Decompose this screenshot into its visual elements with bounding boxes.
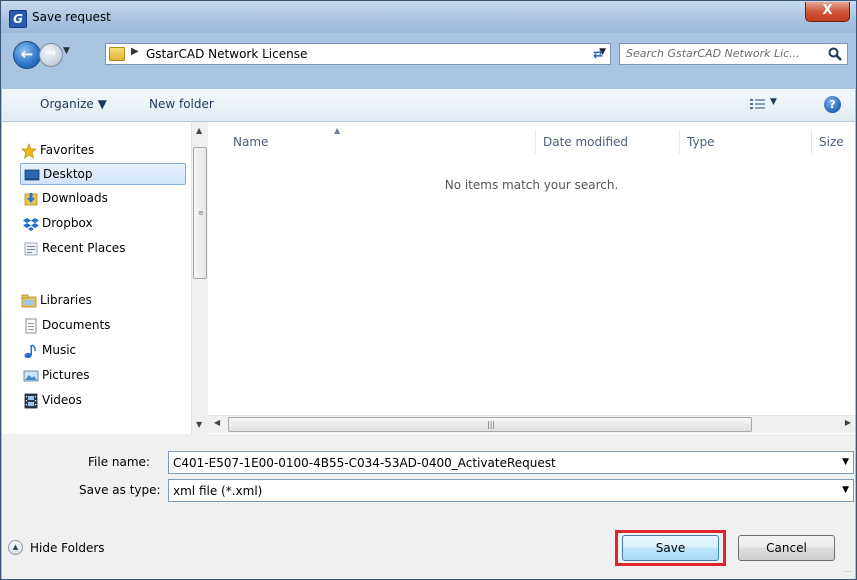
file-name-chevron-down-icon[interactable]: ▼ bbox=[842, 457, 849, 467]
music-icon bbox=[24, 344, 36, 359]
folder-icon bbox=[109, 47, 125, 61]
sidebar-item-label: Music bbox=[42, 343, 77, 357]
search-placeholder: Search GstarCAD Network Lic... bbox=[626, 47, 800, 60]
browser-area: Favorites Desktop Downloads Dropbox Rece… bbox=[2, 122, 855, 434]
scroll-left-arrow-icon[interactable]: ◀ bbox=[214, 418, 220, 427]
breadcrumb-current-folder[interactable]: GstarCAD Network License bbox=[146, 47, 307, 61]
column-divider[interactable] bbox=[679, 130, 680, 154]
resize-grip-icon[interactable]: ⋯ bbox=[844, 567, 852, 576]
favorites-label: Favorites bbox=[40, 143, 95, 157]
column-divider[interactable] bbox=[535, 130, 536, 154]
help-icon[interactable]: ? bbox=[824, 96, 841, 113]
scroll-up-arrow-icon[interactable]: ▲ bbox=[196, 126, 202, 135]
file-name-field[interactable]: C401-E507-1E00-0100-4B55-C034-53AD-0400_… bbox=[168, 451, 854, 474]
recent-places-icon bbox=[24, 242, 38, 256]
dropbox-icon bbox=[23, 218, 39, 231]
sidebar-item-documents[interactable]: Documents bbox=[20, 315, 186, 337]
save-as-type-select[interactable]: xml file (*.xml) ▼ bbox=[168, 479, 854, 502]
change-view-icon[interactable] bbox=[750, 98, 766, 111]
scroll-right-arrow-icon[interactable]: ▶ bbox=[845, 418, 851, 427]
file-list-horizontal-scrollbar[interactable]: ◀ ||| ▶ bbox=[208, 415, 855, 433]
sidebar-item-label: Downloads bbox=[42, 191, 108, 205]
address-bar[interactable]: ▶ GstarCAD Network License ▼ bbox=[105, 43, 611, 65]
file-list[interactable]: ▲ Name Date modified Type Size No items … bbox=[208, 122, 855, 434]
new-folder-button[interactable]: New folder bbox=[149, 97, 214, 111]
save-as-type-chevron-down-icon[interactable]: ▼ bbox=[842, 485, 849, 495]
column-header-size[interactable]: Size bbox=[819, 135, 844, 149]
view-options-chevron-down-icon[interactable]: ▼ bbox=[770, 97, 777, 107]
sidebar-item-label: Dropbox bbox=[42, 216, 93, 230]
column-divider[interactable] bbox=[811, 130, 812, 154]
column-header-type[interactable]: Type bbox=[687, 135, 715, 149]
downloads-icon bbox=[24, 193, 38, 206]
desktop-icon bbox=[24, 169, 40, 181]
scrollbar-grip-icon: ||| bbox=[487, 420, 496, 429]
collapse-chevron-up-icon: ▲ bbox=[8, 540, 23, 555]
close-button[interactable]: X bbox=[805, 2, 850, 22]
sidebar-item-downloads[interactable]: Downloads bbox=[20, 188, 186, 210]
hide-folders-label: Hide Folders bbox=[30, 541, 105, 555]
sidebar-item-label: Recent Places bbox=[42, 241, 126, 255]
empty-folder-message: No items match your search. bbox=[444, 178, 619, 192]
refresh-icon[interactable]: ⇄ bbox=[586, 44, 610, 64]
save-options-panel: File name: C401-E507-1E00-0100-4B55-C034… bbox=[2, 434, 855, 579]
favorites-star-icon bbox=[21, 143, 37, 159]
forward-arrow-icon[interactable]: → bbox=[39, 43, 63, 67]
sidebar-item-label: Desktop bbox=[43, 167, 93, 181]
sidebar-item-label: Documents bbox=[42, 318, 111, 332]
videos-icon bbox=[24, 393, 38, 409]
sidebar-item-videos[interactable]: Videos bbox=[20, 390, 186, 412]
nav-pane-scrollbar[interactable]: ▲ ≡ ▼ bbox=[191, 122, 208, 434]
save-as-type-value: xml file (*.xml) bbox=[173, 484, 263, 498]
scrollbar-grip-icon: ≡ bbox=[198, 209, 204, 217]
sort-ascending-icon: ▲ bbox=[334, 126, 341, 135]
sidebar-item-pictures[interactable]: Pictures bbox=[20, 365, 186, 387]
documents-icon bbox=[25, 318, 37, 334]
organize-menu-button[interactable]: Organize ▼ bbox=[40, 97, 107, 111]
nav-group-libraries[interactable]: Libraries bbox=[18, 290, 184, 312]
file-name-label: File name: bbox=[88, 455, 150, 469]
gstarcad-app-icon: G bbox=[9, 10, 27, 28]
sidebar-item-recent-places[interactable]: Recent Places bbox=[20, 238, 186, 260]
breadcrumb-arrow-icon[interactable]: ▶ bbox=[131, 46, 139, 57]
sidebar-item-dropbox[interactable]: Dropbox bbox=[20, 213, 186, 235]
cancel-button[interactable]: Cancel bbox=[738, 535, 835, 561]
file-name-value: C401-E507-1E00-0100-4B55-C034-53AD-0400_… bbox=[173, 456, 556, 470]
save-request-dialog: G Save request X ← → ▼ ▶ GstarCAD Networ… bbox=[0, 0, 857, 580]
sidebar-item-label: Pictures bbox=[42, 368, 90, 382]
title-bar[interactable]: G Save request X bbox=[1, 1, 856, 33]
navigation-bar: ← → ▼ ▶ GstarCAD Network License ▼ ⇄ Sea… bbox=[1, 34, 856, 72]
search-input[interactable]: Search GstarCAD Network Lic... bbox=[619, 43, 848, 65]
nav-group-favorites[interactable]: Favorites bbox=[18, 140, 184, 162]
libraries-label: Libraries bbox=[40, 293, 92, 307]
recent-pages-chevron-down-icon[interactable]: ▼ bbox=[63, 46, 73, 60]
command-toolbar: Organize ▼ New folder ▼ ? bbox=[2, 89, 855, 122]
column-header-name[interactable]: Name bbox=[233, 135, 268, 149]
save-as-type-label: Save as type: bbox=[79, 483, 161, 497]
window-title: Save request bbox=[32, 10, 111, 24]
scroll-down-arrow-icon[interactable]: ▼ bbox=[196, 420, 202, 429]
navigation-pane: Favorites Desktop Downloads Dropbox Rece… bbox=[2, 122, 208, 434]
sidebar-item-label: Videos bbox=[42, 393, 82, 407]
scrollbar-thumb[interactable]: ||| bbox=[228, 417, 752, 432]
column-header-date-modified[interactable]: Date modified bbox=[543, 135, 628, 149]
pictures-icon bbox=[23, 370, 39, 382]
search-icon[interactable] bbox=[827, 46, 843, 62]
save-button[interactable]: Save bbox=[622, 535, 719, 561]
scrollbar-thumb[interactable]: ≡ bbox=[193, 147, 207, 279]
sidebar-item-music[interactable]: Music bbox=[20, 340, 186, 362]
back-arrow-icon[interactable]: ← bbox=[13, 41, 41, 69]
libraries-icon bbox=[21, 294, 37, 308]
sidebar-item-desktop[interactable]: Desktop bbox=[20, 163, 186, 185]
